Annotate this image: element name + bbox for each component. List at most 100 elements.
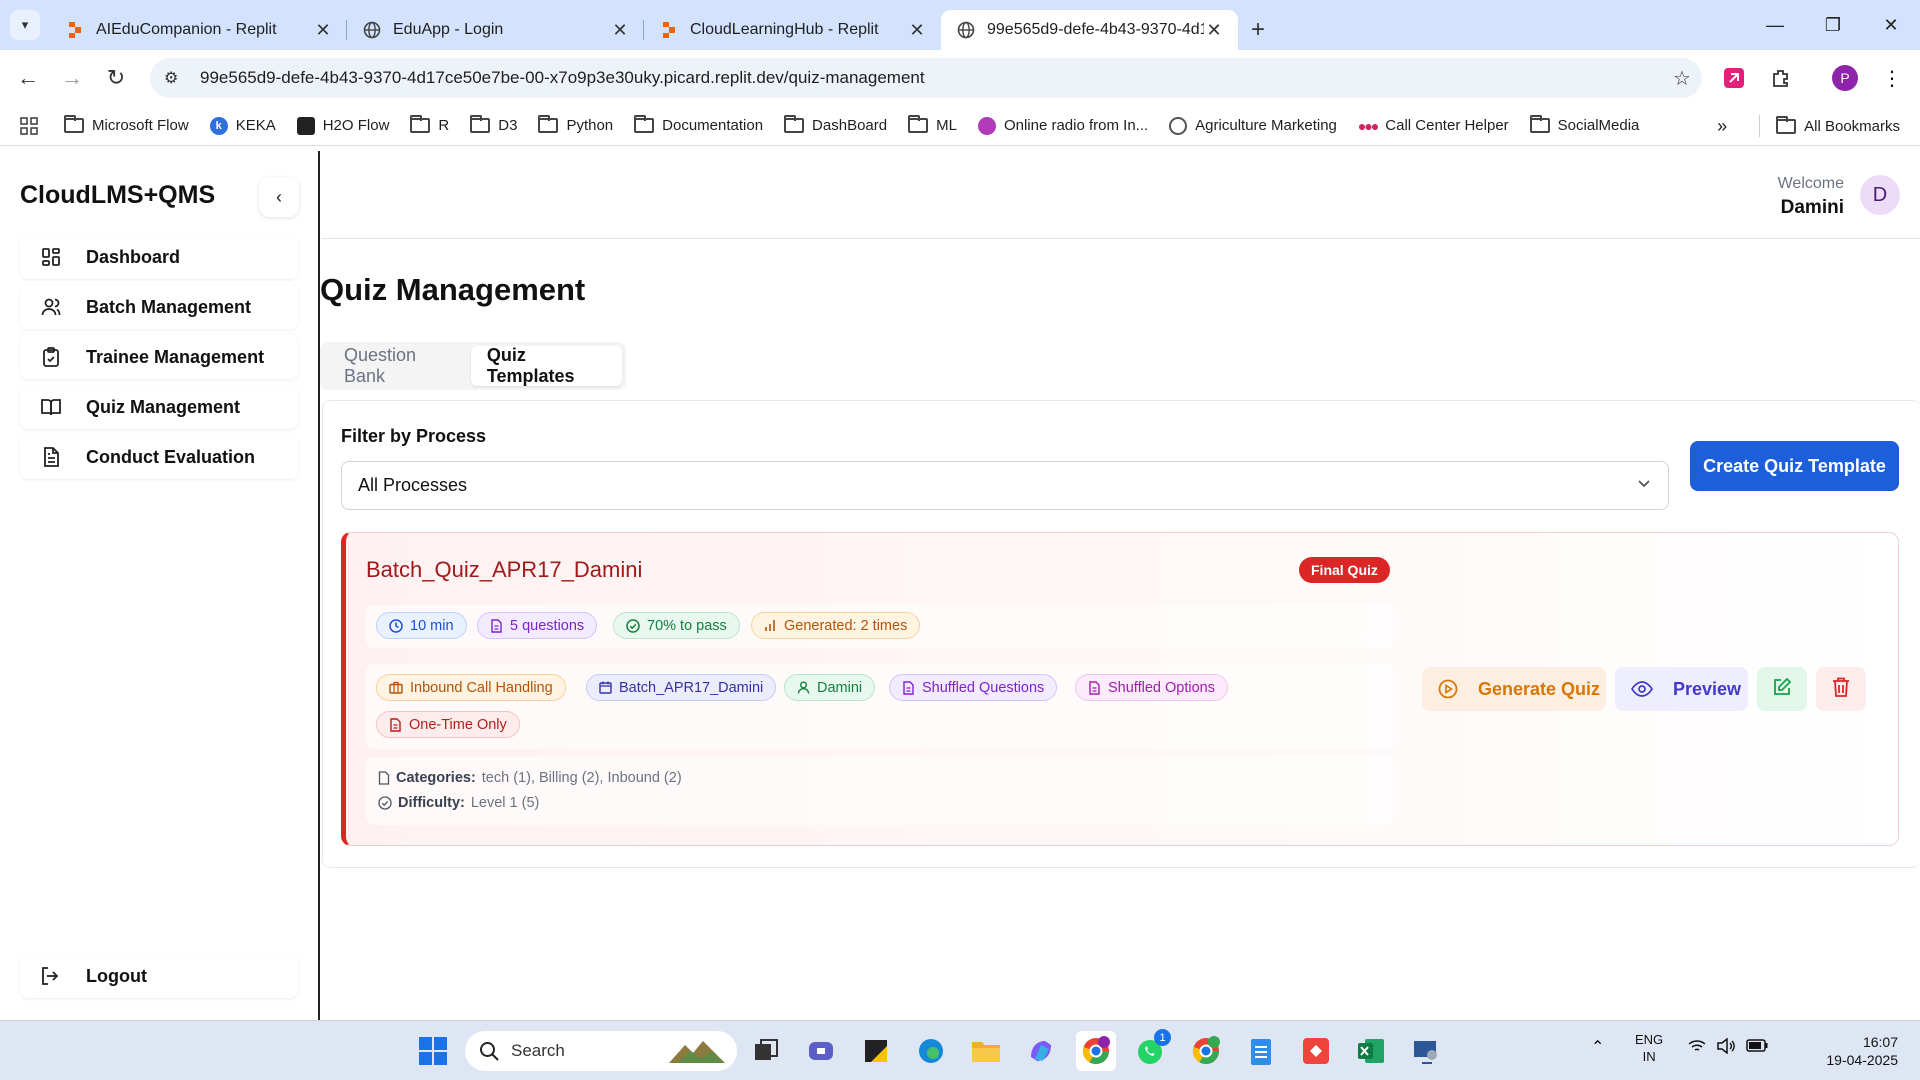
browser-tab-active[interactable]: 99e565d9-defe-4b43-9370-4d17 ✕ <box>941 10 1238 50</box>
details-row <box>366 757 1393 825</box>
close-icon[interactable]: ✕ <box>907 20 927 41</box>
chrome-profile-icon[interactable] <box>1186 1031 1226 1071</box>
brand-title: CloudLMS+QMS <box>20 181 216 209</box>
h2o-icon <box>296 116 315 135</box>
shuffled-questions-chip: Shuffled Questions <box>889 674 1058 701</box>
close-window-icon[interactable]: ✕ <box>1862 0 1920 50</box>
extension-icon[interactable] <box>1718 62 1750 94</box>
edit-template-button[interactable] <box>1757 667 1807 711</box>
dashboard-icon <box>40 246 62 268</box>
bookmark-item[interactable]: Python <box>538 115 613 134</box>
process-filter-select[interactable]: All Processes <box>341 461 1669 510</box>
teams-icon[interactable] <box>801 1031 841 1071</box>
task-view-icon[interactable] <box>746 1031 786 1071</box>
generate-quiz-button[interactable]: Generate Quiz <box>1422 667 1606 711</box>
clock-icon <box>389 618 403 633</box>
play-circle-icon <box>1438 679 1458 699</box>
calendar-icon <box>599 681 612 694</box>
tab-question-bank[interactable]: Question Bank <box>324 345 471 386</box>
remote-desktop-icon[interactable] <box>1406 1031 1446 1071</box>
edit-icon <box>1772 677 1792 702</box>
forward-button[interactable]: → <box>50 56 94 100</box>
collapse-sidebar-button[interactable]: ‹ <box>259 177 299 217</box>
chevron-up-icon[interactable]: ⌃ <box>1591 1039 1604 1056</box>
categories-line: Categories: tech (1), Billing (2), Inbou… <box>378 770 682 786</box>
chevron-right-double-icon[interactable]: » <box>1717 116 1727 137</box>
reload-button[interactable]: ↻ <box>94 56 138 100</box>
chrome-icon[interactable] <box>1076 1031 1116 1071</box>
delete-template-button[interactable] <box>1816 667 1866 711</box>
preview-button[interactable]: Preview <box>1615 667 1748 711</box>
close-icon[interactable]: ✕ <box>610 20 630 41</box>
bookmark-item[interactable]: ML <box>908 115 957 134</box>
back-button[interactable]: ← <box>6 56 50 100</box>
bookmark-item[interactable]: Microsoft Flow <box>64 115 189 134</box>
excel-icon[interactable] <box>1351 1031 1391 1071</box>
browser-tab[interactable]: EduApp - Login ✕ <box>347 10 644 50</box>
search-icon <box>479 1041 499 1061</box>
bookmark-item[interactable]: D3 <box>470 115 517 134</box>
bookmark-star-icon[interactable]: ☆ <box>1662 66 1702 91</box>
browser-tab-strip: ▾ AIEduCompanion - Replit ✕ EduApp - Log… <box>0 0 1920 50</box>
sidebar-item-batch-management[interactable]: Batch Management <box>20 285 298 329</box>
wifi-icon[interactable] <box>1688 1039 1706 1057</box>
tab-quiz-templates[interactable]: Quiz Templates <box>470 345 622 386</box>
eye-icon <box>1631 681 1653 697</box>
restore-icon[interactable]: ❐ <box>1804 0 1862 50</box>
system-clock[interactable]: 16:07 19-04-2025 <box>1826 1033 1898 1069</box>
extensions-puzzle-icon[interactable] <box>1765 62 1797 94</box>
logout-button[interactable]: Logout <box>20 954 298 998</box>
windows-start-icon[interactable] <box>413 1031 453 1071</box>
browser-tab[interactable]: AIEduCompanion - Replit ✕ <box>50 10 347 50</box>
kebab-menu-icon[interactable]: ⋮ <box>1876 62 1908 94</box>
create-quiz-template-button[interactable]: Create Quiz Template <box>1690 441 1899 491</box>
copilot-icon[interactable] <box>1021 1031 1061 1071</box>
bookmark-item[interactable]: k KEKA <box>209 116 276 135</box>
globe-icon <box>1169 116 1188 135</box>
apps-grid-icon[interactable] <box>20 116 38 135</box>
sidebar-item-conduct-evaluation[interactable]: Conduct Evaluation <box>20 435 298 479</box>
page-tabs: Question Bank Quiz Templates <box>320 342 626 390</box>
tab-search-button[interactable]: ▾ <box>0 0 50 50</box>
volume-icon[interactable] <box>1716 1037 1736 1058</box>
omnibox[interactable]: ⚙ 99e565d9-defe-4b43-9370-4d17ce50e7be-0… <box>150 58 1702 98</box>
batch-chip: Batch_APR17_Damini <box>586 674 777 701</box>
filter-label: Filter by Process <box>341 426 487 446</box>
clipboard-icon <box>40 346 62 368</box>
language-indicator[interactable]: ENG IN <box>1635 1031 1663 1065</box>
new-tab-button[interactable]: + <box>1238 10 1278 50</box>
edge-icon[interactable] <box>911 1031 951 1071</box>
trainer-chip: Damini <box>784 674 876 701</box>
sidebar-item-dashboard[interactable]: Dashboard <box>20 235 298 279</box>
url-text[interactable]: 99e565d9-defe-4b43-9370-4d17ce50e7be-00-… <box>200 68 1662 88</box>
anydesk-icon[interactable] <box>1296 1031 1336 1071</box>
battery-icon[interactable] <box>1746 1039 1768 1056</box>
select-value: All Processes <box>358 475 468 495</box>
sidebar-item-trainee-management[interactable]: Trainee Management <box>20 335 298 379</box>
whatsapp-icon[interactable]: 1 <box>1131 1029 1171 1071</box>
bookmark-item[interactable]: Documentation <box>634 115 763 134</box>
taskbar-search[interactable]: Search <box>465 1031 737 1071</box>
all-bookmarks[interactable]: All Bookmarks <box>1776 115 1900 135</box>
bookmark-item[interactable]: Online radio from In... <box>977 116 1148 135</box>
file-icon <box>389 717 402 732</box>
chevron-left-icon: ‹ <box>276 186 282 207</box>
bookmark-item[interactable]: DashBoard <box>784 115 887 134</box>
bookmark-item[interactable]: H2O Flow <box>296 116 389 135</box>
notepad-icon[interactable] <box>1241 1031 1281 1071</box>
bookmark-item[interactable]: SocialMedia <box>1529 115 1639 134</box>
close-icon[interactable]: ✕ <box>1204 20 1224 41</box>
minimize-icon[interactable]: — <box>1746 0 1804 50</box>
close-icon[interactable]: ✕ <box>313 20 333 41</box>
browser-tab[interactable]: CloudLearningHub - Replit ✕ <box>644 10 941 50</box>
bookmark-item[interactable]: ●●● Call Center Helper <box>1358 117 1509 134</box>
bookmark-item[interactable]: Agriculture Marketing <box>1169 116 1337 135</box>
search-highlight-image <box>667 1037 727 1065</box>
site-info-icon[interactable]: ⚙ <box>164 68 188 88</box>
sticky-notes-icon[interactable] <box>856 1031 896 1071</box>
file-explorer-icon[interactable] <box>966 1031 1006 1071</box>
sidebar-item-quiz-management[interactable]: Quiz Management <box>20 385 298 429</box>
profile-avatar[interactable]: P <box>1829 62 1861 94</box>
bookmark-item[interactable]: R <box>410 115 449 134</box>
avatar[interactable]: D <box>1860 175 1900 215</box>
